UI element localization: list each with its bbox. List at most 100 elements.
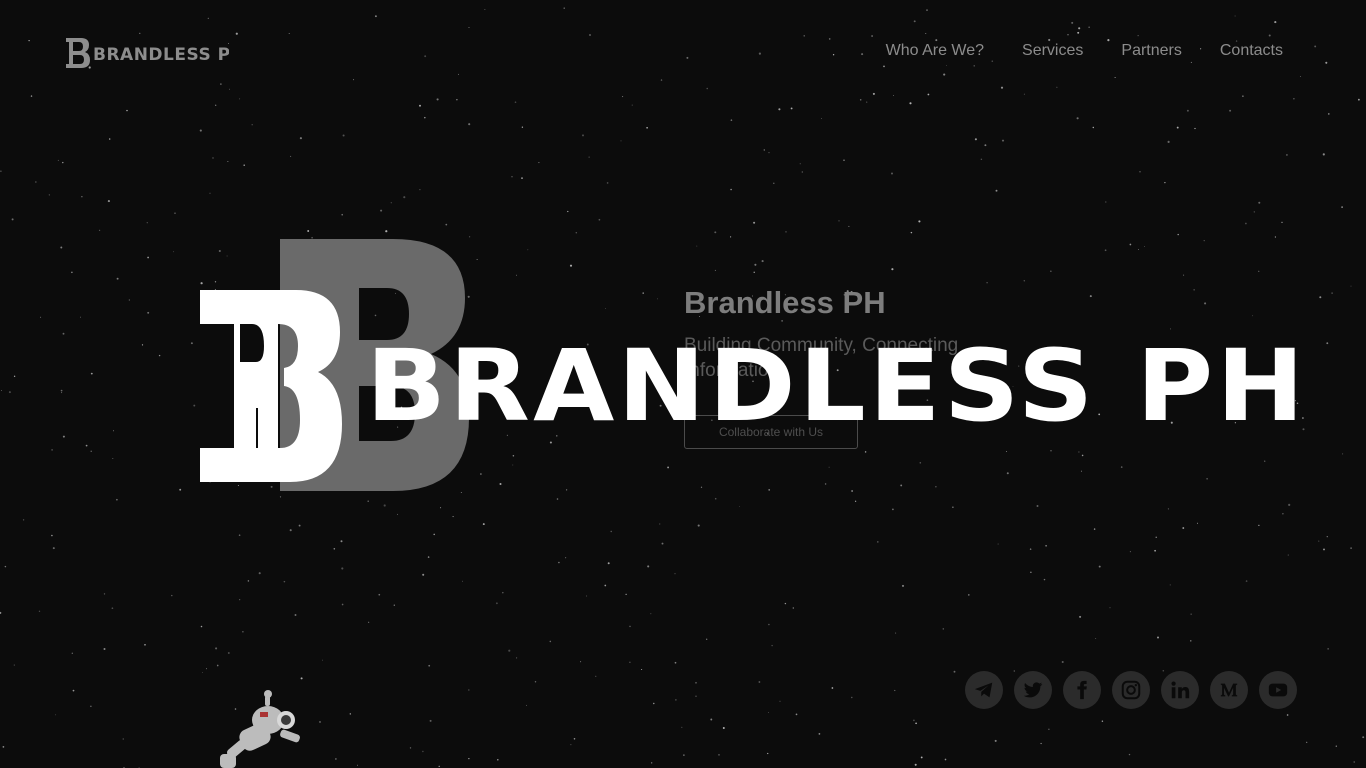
star [1154,549,1156,552]
star [1098,565,1101,568]
linkedin-icon[interactable] [1161,671,1199,709]
star [681,726,683,729]
instagram-icon[interactable] [1112,671,1150,709]
star [1164,181,1166,184]
star [1167,508,1169,510]
star [482,523,485,526]
star [108,138,111,140]
star [595,675,597,677]
star [179,488,182,491]
star [107,200,110,203]
star [818,733,821,735]
star [445,223,448,226]
star [424,116,426,119]
star [237,484,239,487]
star [61,392,63,394]
star [1183,274,1185,276]
star [1093,528,1096,530]
star [52,547,55,550]
star [598,218,601,221]
star [534,681,537,683]
star [279,496,282,498]
nav-who-are-we[interactable]: Who Are We? [886,41,984,61]
star [1036,505,1039,507]
star [1285,153,1288,156]
star [13,664,15,666]
telegram-icon[interactable] [965,671,1003,709]
star [695,681,697,684]
star [476,259,478,261]
star [914,763,917,766]
star [674,573,676,575]
star [714,497,717,500]
star [877,541,879,543]
star [920,756,923,759]
star [653,702,655,705]
nav-contacts[interactable]: Contacts [1220,41,1283,61]
star [795,713,798,716]
star [892,508,894,511]
facebook-icon[interactable] [1063,671,1101,709]
star [629,625,631,628]
star [516,657,518,659]
star [147,256,149,259]
star [341,603,344,606]
star [1177,233,1179,236]
star [35,181,37,183]
youtube-icon[interactable] [1259,671,1297,709]
star [1326,342,1329,345]
star [516,274,517,276]
twitter-icon[interactable] [1014,671,1052,709]
splash-b-mark [200,290,342,482]
star [854,500,857,502]
star [718,754,720,756]
star [915,722,917,725]
star [739,505,740,507]
star [270,485,273,488]
star [200,625,203,628]
nav-services[interactable]: Services [1022,41,1083,61]
header-logo[interactable]: BRANDLESS PH [65,37,229,69]
star [651,762,653,764]
star [1050,270,1052,272]
star [953,670,956,673]
star [980,158,983,161]
star [1306,741,1308,743]
star [1023,280,1026,282]
star [761,260,764,263]
nav-partners[interactable]: Partners [1121,41,1181,61]
star [1322,153,1325,156]
splash-logo: BRANDLESS PH [198,288,1304,484]
star [367,500,369,502]
star [1286,714,1289,716]
star [1323,548,1325,551]
star [768,712,770,713]
star [8,391,11,394]
star [90,705,92,707]
star [427,556,430,558]
star [1253,211,1255,213]
star [891,268,894,271]
star [146,222,148,224]
social-links [965,671,1297,709]
star [48,194,50,196]
star [575,231,578,234]
star [997,543,999,545]
star [1095,638,1097,639]
star [294,614,297,616]
star [629,661,631,663]
star [768,623,770,626]
star [396,513,399,515]
star [714,269,716,271]
star [1335,745,1337,747]
star [771,644,773,647]
star [851,490,853,492]
star [604,584,607,587]
star [199,129,202,132]
star [147,311,150,314]
star [984,144,987,147]
star [1092,126,1095,129]
medium-icon[interactable] [1210,671,1248,709]
star [227,652,230,654]
star [1190,613,1192,615]
